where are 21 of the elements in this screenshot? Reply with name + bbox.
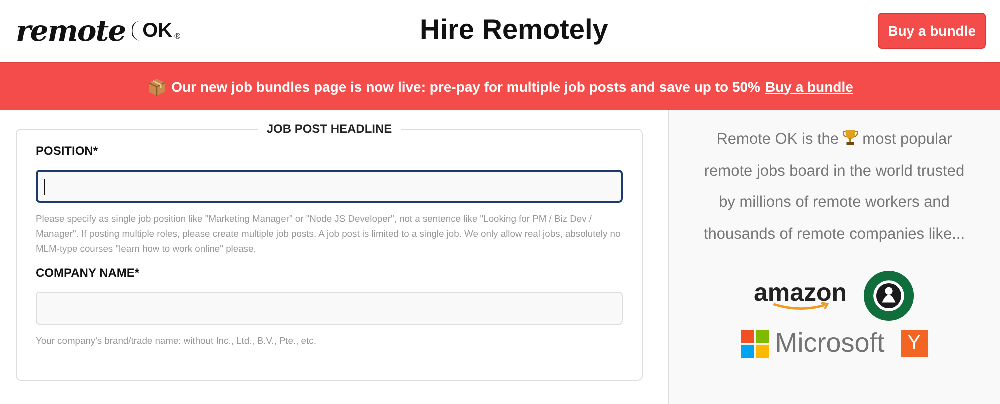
amazon-logo: amazon xyxy=(754,280,848,312)
trophy-icon xyxy=(843,129,858,146)
registered-mark: ® xyxy=(174,32,181,40)
text-cursor xyxy=(44,179,45,195)
page-title: Hire Remotely xyxy=(420,14,608,46)
pitch-text: Remote OK is the most popular remote jobs board in the world trusted by millions of remote workers and thousands of remote companies like... xyxy=(702,128,966,244)
field-label: COMPANY NAME* xyxy=(36,266,141,280)
logo-wordmark[interactable]: remote xyxy=(16,14,126,48)
logo-ok-mark: OK xyxy=(132,17,173,45)
package-icon xyxy=(146,76,167,96)
microsoft-logo: Microsoft xyxy=(741,328,885,359)
buy-bundle-link[interactable]: Buy a bundle xyxy=(765,78,854,94)
help-text: Please specify as single job position like "Marketing Manager" or "Node JS Developer", not a sentence like "Looking for PM / Biz Dev / Manager". If posting multiple roles, please create multiple job posts. A job post is limited to a single job. We only allow real jobs, absolutely no MLM-type courses "learn how to work online" please. xyxy=(36,212,622,256)
announcement-text: Our new job bundles page is now live: pre-pay for multiple job posts and save up to 50% xyxy=(172,78,760,94)
field-label: POSITION* xyxy=(36,144,100,158)
buy-bundle-button[interactable]: Buy a bundle xyxy=(878,13,986,49)
section-heading: JOB POST HEADLINE xyxy=(266,122,394,136)
help-text: Your company's brand/trade name: without Inc., Ltd., B.V., Pte., etc. xyxy=(36,334,318,348)
coffee-logo-icon xyxy=(863,270,916,322)
input-field[interactable] xyxy=(36,170,623,203)
y-logo: Y xyxy=(900,330,928,357)
